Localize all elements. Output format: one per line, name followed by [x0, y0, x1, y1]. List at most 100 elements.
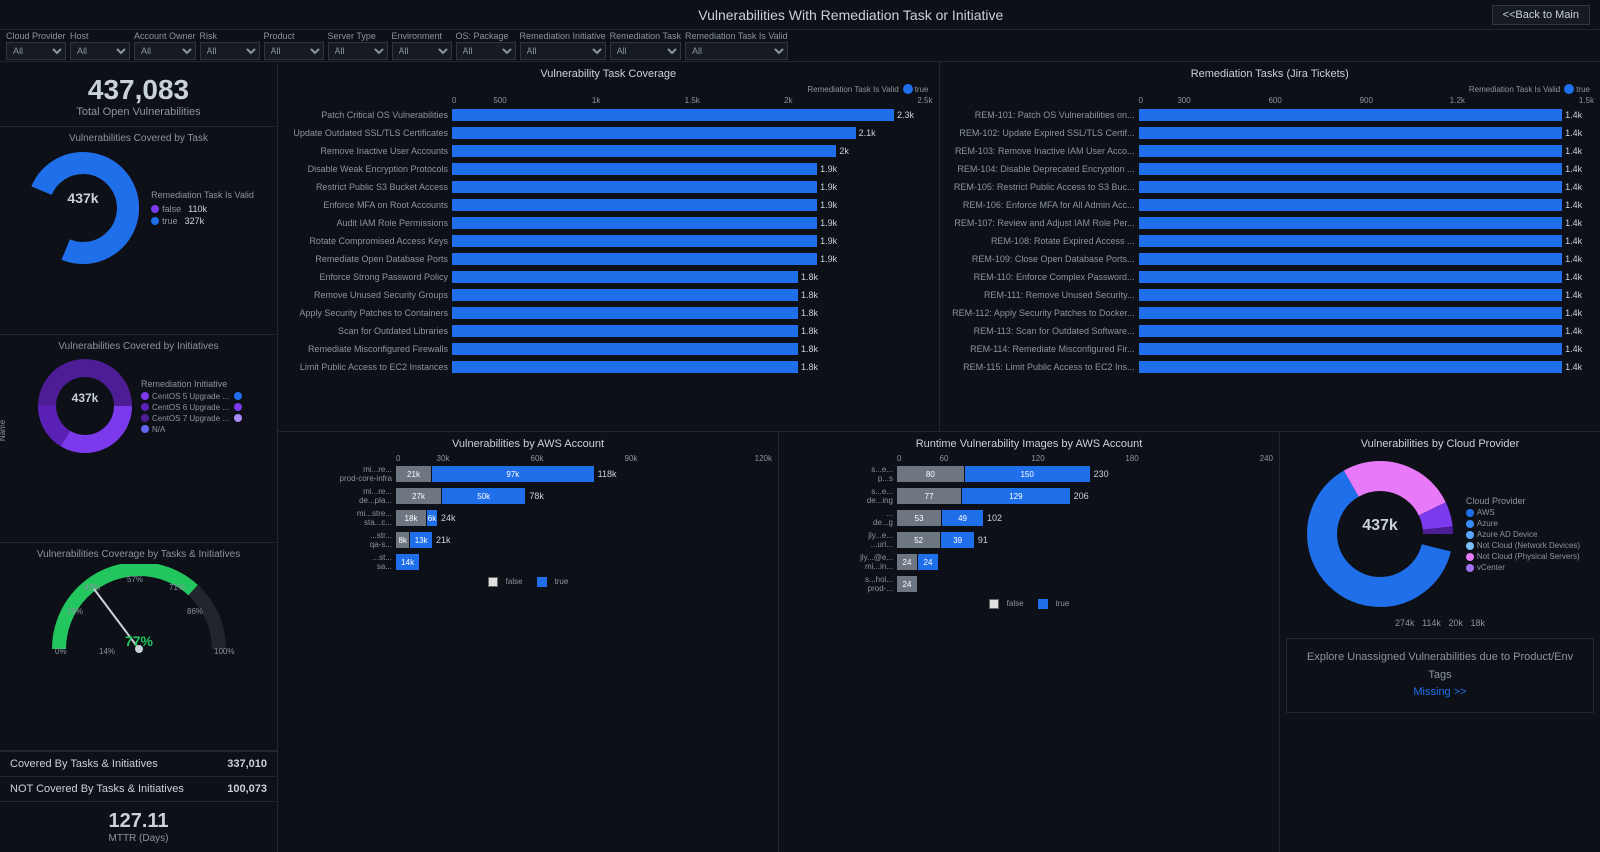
- bar-row: REM-107: Review and Adjust IAM Role Per.…: [946, 215, 1595, 231]
- bar-label: REM-104: Disable Deprecated Encryption .…: [946, 164, 1139, 174]
- bar-fill: [452, 325, 798, 337]
- bar-value: 1.8k: [801, 308, 818, 318]
- filter-select[interactable]: All: [610, 42, 681, 60]
- bar-row: REM-109: Close Open Database Ports...1.4…: [946, 251, 1595, 267]
- gray-bar: 24: [897, 576, 917, 592]
- bar-value: 2.1k: [859, 128, 876, 138]
- bar-fill: [1139, 199, 1563, 211]
- filter-label: Remediation Initiative: [520, 31, 606, 41]
- bar-fill: [1139, 253, 1563, 265]
- gray-bar: 77: [897, 488, 961, 504]
- donut2-title: Vulnerabilities Covered by Initiatives: [6, 341, 271, 352]
- covered-tasks-value: 337,010: [227, 758, 267, 770]
- bar-fill: [452, 343, 798, 355]
- bar-fill: [452, 235, 817, 247]
- filter-select[interactable]: All: [6, 42, 66, 60]
- bar-value: 1.4k: [1565, 362, 1582, 372]
- bar-value: 1.9k: [820, 236, 837, 246]
- bar-label: REM-102: Update Expired SSL/TLS Certif..…: [946, 128, 1139, 138]
- mttr-number: 127.11: [8, 810, 269, 833]
- bar-row: Remove Inactive User Accounts2k: [284, 143, 933, 159]
- donut1-false-dot: [151, 205, 159, 213]
- bar-value: 1.9k: [820, 200, 837, 210]
- cp-vcenter: vCenter: [1466, 563, 1580, 572]
- filter-label: Environment: [392, 31, 452, 41]
- vtc-true-text: true: [915, 85, 929, 94]
- bar-value: 1.4k: [1565, 236, 1582, 246]
- filter-select[interactable]: All: [70, 42, 130, 60]
- filter-account-owner: Account Owner All: [134, 31, 196, 60]
- filter-rem-task-valid: Remediation Task Is Valid All: [685, 31, 788, 60]
- back-button[interactable]: <<Back to Main: [1492, 5, 1590, 25]
- rt-true-dot: [1564, 84, 1574, 94]
- filter-select[interactable]: All: [520, 42, 606, 60]
- bar-row: REM-114: Remediate Misconfigured Fir...1…: [946, 341, 1595, 357]
- cp-azure: Azure: [1466, 519, 1580, 528]
- bar-fill: [452, 307, 798, 319]
- donut1-true-value: 327k: [185, 216, 205, 226]
- rt-valid-label: Remediation Task Is Valid: [1469, 85, 1560, 94]
- bar-value: 1.4k: [1565, 254, 1582, 264]
- svg-text:29%: 29%: [67, 607, 83, 616]
- svg-text:43%: 43%: [84, 583, 100, 592]
- svg-text:77%: 77%: [124, 633, 153, 649]
- gray-bar: 27k: [396, 488, 441, 504]
- filter-rem-task: Remediation Task All: [610, 31, 681, 60]
- bar-row: Remediate Open Database Ports1.9k: [284, 251, 933, 267]
- filter-select[interactable]: All: [685, 42, 788, 60]
- h-bar-row: s...e...p...s80150230: [785, 465, 1273, 483]
- filter-select[interactable]: All: [134, 42, 196, 60]
- bar-fill: [452, 127, 856, 139]
- filter-host: Host All: [70, 31, 130, 60]
- svg-text:437k: 437k: [1362, 517, 1398, 534]
- bar-label: Disable Weak Encryption Protocols: [284, 164, 452, 174]
- bar-fill: [1139, 145, 1563, 157]
- bar-value: 1.9k: [820, 254, 837, 264]
- aws-title: Vulnerabilities by AWS Account: [284, 438, 772, 450]
- bar-value: 1.4k: [1565, 326, 1582, 336]
- total-vulns-label: Total Open Vulnerabilities: [8, 106, 269, 118]
- top-charts: Vulnerability Task Coverage Remediation …: [278, 62, 1600, 432]
- bar-row: Remediate Misconfigured Firewalls1.8k: [284, 341, 933, 357]
- filter-select[interactable]: All: [328, 42, 388, 60]
- blue-bar: 129: [962, 488, 1070, 504]
- cp-values: 274k 114k 20k 18k: [1286, 618, 1594, 628]
- bar-total: 78k: [529, 491, 544, 501]
- bar-fill: [1139, 307, 1563, 319]
- blue-bar: 50k: [442, 488, 525, 504]
- cloud-provider-title: Vulnerabilities by Cloud Provider: [1286, 438, 1594, 450]
- cloud-provider-panel: Vulnerabilities by Cloud Provider 437k C…: [1280, 432, 1600, 852]
- rt-bars: REM-101: Patch OS Vulnerabilities on...1…: [946, 107, 1595, 375]
- header: Vulnerabilities With Remediation Task or…: [0, 0, 1600, 30]
- filter-label: Remediation Task: [610, 31, 681, 41]
- bar-fill: [1139, 109, 1563, 121]
- filter-select[interactable]: All: [200, 42, 260, 60]
- bar-row: Disable Weak Encryption Protocols1.9k: [284, 161, 933, 177]
- bar-total: 102: [987, 513, 1002, 523]
- gray-bar: 24: [897, 554, 917, 570]
- filter-select[interactable]: All: [392, 42, 452, 60]
- filter-label: OS: Package: [456, 31, 516, 41]
- blue-bar: 49: [942, 510, 983, 526]
- h-bar-label: mi...re...prod-core-infra: [284, 465, 396, 483]
- donut1-legend-false: false 110k: [151, 204, 254, 214]
- cp-azure-ad: Azure AD Device: [1466, 530, 1580, 539]
- filter-select[interactable]: All: [264, 42, 324, 60]
- h-bar-row: mi...stre...sta...c...18k6k24k: [284, 509, 772, 527]
- rt-true-label: true: [1056, 599, 1070, 609]
- bar-value: 1.4k: [1565, 146, 1582, 156]
- filter-product: Product All: [264, 31, 324, 60]
- h-bar-label: mi...re...de...pla...: [284, 487, 396, 505]
- filter-cloud-provider: Cloud Provider All: [6, 31, 66, 60]
- explore-link[interactable]: Explore Unassigned Vulnerabilities due t…: [1286, 638, 1594, 713]
- bar-fill: [452, 181, 817, 193]
- filter-label: Remediation Task Is Valid: [685, 31, 788, 41]
- svg-text:437k: 437k: [68, 190, 99, 206]
- bar-fill: [1139, 289, 1563, 301]
- vuln-task-title: Vulnerability Task Coverage: [284, 68, 933, 80]
- blue-bar: 24: [918, 554, 938, 570]
- filter-select[interactable]: All: [456, 42, 516, 60]
- bar-label: REM-112: Apply Security Patches to Docke…: [946, 308, 1139, 318]
- bar-label: REM-110: Enforce Complex Password...: [946, 272, 1139, 282]
- bar-label: REM-105: Restrict Public Access to S3 Bu…: [946, 182, 1139, 192]
